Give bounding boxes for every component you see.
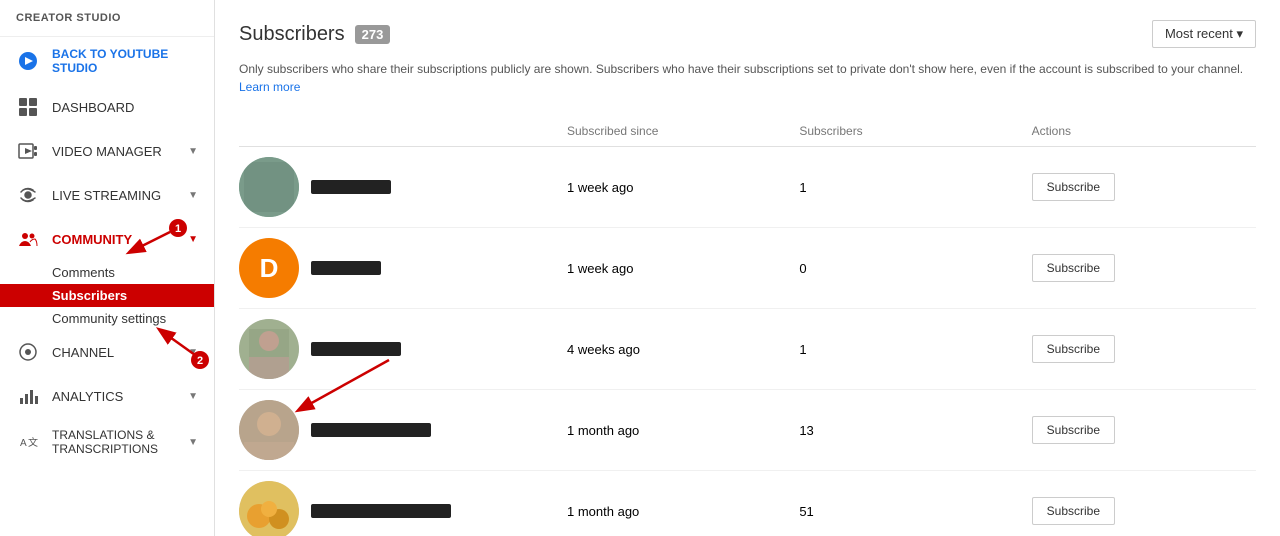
action-3: Subscribe [1024,335,1256,363]
sidebar-item-video-manager[interactable]: VIDEO MANAGER ▼ [0,129,214,173]
username-bar [311,504,451,518]
channel-icon [16,340,40,364]
main-content: Subscribers 273 Most recent ▾ Only subsc… [215,0,1280,536]
video-manager-icon [16,139,40,163]
back-to-youtube-studio[interactable]: BACK TO YOUTUBE STUDIO [0,37,214,85]
avatar [239,319,299,379]
svg-text:A: A [20,438,27,449]
table-row: 4 weeks ago 1 Subscribe [239,309,1256,390]
subscribed-since-2: 1 week ago [559,261,791,276]
subscriber-info [239,319,559,379]
live-streaming-icon [16,183,40,207]
analytics-icon [16,384,40,408]
creator-studio-header: CREATOR STUDIO [0,0,214,37]
video-manager-chevron: ▼ [188,146,198,157]
live-streaming-chevron: ▼ [188,190,198,201]
avatar [239,400,299,460]
avatar [239,481,299,536]
subscribe-button-1[interactable]: Subscribe [1032,173,1115,201]
sidebar-item-dashboard[interactable]: DASHBOARD [0,85,214,129]
sidebar-item-community[interactable]: COMMUNITY ▼ [0,217,214,261]
col-actions: Actions [1024,124,1256,138]
table-row: 1 month ago 51 Subscribe [239,471,1256,536]
live-streaming-label: LIVE STREAMING [52,188,161,203]
channel-label: CHANNEL [52,345,114,360]
learn-more-link[interactable]: Learn more [239,80,300,94]
subscriber-count-4: 13 [791,423,1023,438]
subscribed-since-4: 1 month ago [559,423,791,438]
community-icon [16,227,40,251]
table-row: 1 month ago 13 Subscribe [239,390,1256,471]
channel-chevron: ▼ [188,347,198,358]
col-name [239,124,559,138]
translations-icon: A 文 [16,430,40,454]
subscriber-count-badge: 273 [355,25,391,44]
sort-button[interactable]: Most recent ▾ [1152,20,1256,48]
community-chevron: ▼ [188,234,198,245]
action-1: Subscribe [1024,173,1256,201]
analytics-chevron: ▼ [188,391,198,402]
page-title-row: Subscribers 273 Most recent ▾ [239,20,1256,48]
table-row: 1 week ago 1 Subscribe [239,147,1256,228]
sidebar-sub-subscribers[interactable]: Subscribers [0,284,214,307]
info-text: Only subscribers who share their subscri… [239,60,1256,96]
subscribe-button-5[interactable]: Subscribe [1032,497,1115,525]
subscriber-info: D [239,238,559,298]
sidebar-sub-comments[interactable]: Comments [0,261,214,284]
analytics-label: ANALYTICS [52,389,123,404]
action-4: Subscribe [1024,416,1256,444]
translations-chevron: ▼ [188,437,198,448]
subscriber-count-1: 1 [791,180,1023,195]
sidebar-item-channel[interactable]: CHANNEL ▼ [0,330,214,374]
avatar-letter: D [239,238,299,298]
svg-text:文: 文 [28,436,38,449]
username-bar [311,261,381,275]
subscriber-info [239,400,559,460]
subscriber-info [239,481,559,536]
subscribe-button-3[interactable]: Subscribe [1032,335,1115,363]
subscriber-info [239,157,559,217]
sidebar-sub-community-settings[interactable]: Community settings [0,307,214,330]
community-label: COMMUNITY [52,232,132,247]
subscriber-count-5: 51 [791,504,1023,519]
subscribed-since-1: 1 week ago [559,180,791,195]
action-5: Subscribe [1024,497,1256,525]
sidebar-item-live-streaming[interactable]: LIVE STREAMING ▼ [0,173,214,217]
dashboard-icon [16,95,40,119]
subscribe-button-4[interactable]: Subscribe [1032,416,1115,444]
subscriber-count-3: 1 [791,342,1023,357]
action-2: Subscribe [1024,254,1256,282]
col-subscribed-since: Subscribed since [559,124,791,138]
table-row: D 1 week ago 0 Subscribe [239,228,1256,309]
sidebar-item-translations[interactable]: A 文 TRANSLATIONS & TRANSCRIPTIONS ▼ [0,418,214,466]
video-manager-label: VIDEO MANAGER [52,144,162,159]
subscribe-button-2[interactable]: Subscribe [1032,254,1115,282]
subscribed-since-5: 1 month ago [559,504,791,519]
youtube-studio-icon [16,49,40,73]
username-bar [311,180,391,194]
translations-label: TRANSLATIONS & TRANSCRIPTIONS [52,428,188,456]
sidebar-item-analytics[interactable]: ANALYTICS ▼ [0,374,214,418]
page-title: Subscribers [239,23,345,46]
username-bar [311,423,431,437]
table-header: Subscribed since Subscribers Actions [239,116,1256,147]
subscriber-count-2: 0 [791,261,1023,276]
subscribed-since-3: 4 weeks ago [559,342,791,357]
username-bar [311,342,401,356]
avatar [239,157,299,217]
dashboard-label: DASHBOARD [52,100,134,115]
col-subscribers: Subscribers [791,124,1023,138]
